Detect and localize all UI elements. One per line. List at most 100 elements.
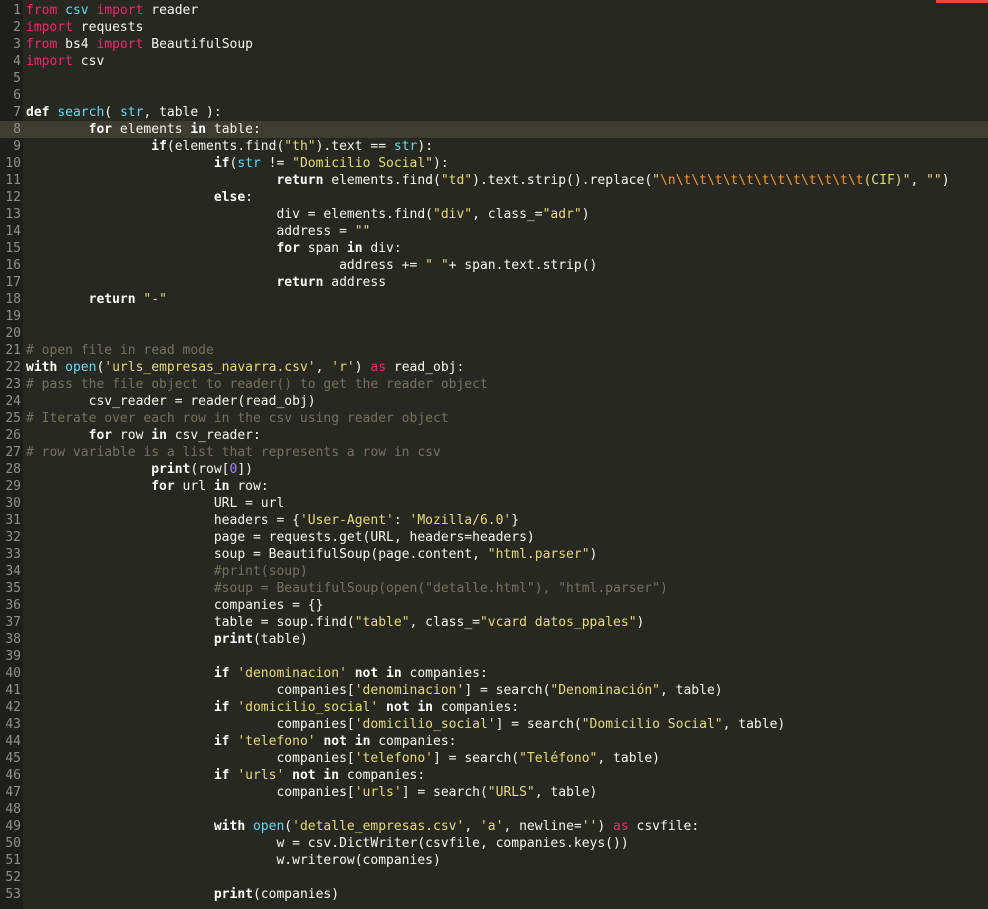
line-text[interactable]: print(row[0]) bbox=[26, 461, 253, 478]
code-line[interactable]: 42 if 'domicilio_social' not in companie… bbox=[0, 699, 988, 716]
line-text[interactable]: if(elements.find("th").text == str): bbox=[26, 138, 433, 155]
code-line[interactable]: 16 address += " "+ span.text.strip() bbox=[0, 257, 988, 274]
line-text[interactable]: print(companies) bbox=[26, 886, 339, 903]
code-line[interactable]: 51 w.writerow(companies) bbox=[0, 852, 988, 869]
code-line[interactable]: 15 for span in div: bbox=[0, 240, 988, 257]
line-text[interactable]: return address bbox=[26, 274, 386, 291]
code-line[interactable]: 1 from csv import reader bbox=[0, 2, 988, 19]
code-line[interactable]: 45 companies['telefono'] = search("Teléf… bbox=[0, 750, 988, 767]
code-line[interactable]: 34 #print(soup) bbox=[0, 563, 988, 580]
line-text[interactable]: address = "" bbox=[26, 223, 370, 240]
code-line[interactable]: 52 bbox=[0, 869, 988, 886]
code-line[interactable]: 26 for row in csv_reader: bbox=[0, 427, 988, 444]
line-text[interactable]: if(str != "Domicilio Social"): bbox=[26, 155, 449, 172]
code-line[interactable]: 50 w = csv.DictWriter(csvfile, companies… bbox=[0, 835, 988, 852]
line-text[interactable]: import requests bbox=[26, 19, 143, 36]
line-text[interactable]: from bs4 import BeautifulSoup bbox=[26, 36, 253, 53]
line-text[interactable]: def search( str, table ): bbox=[26, 104, 222, 121]
code-line[interactable]: 37 table = soup.find("table", class_="vc… bbox=[0, 614, 988, 631]
code-line[interactable]: 47 companies['urls'] = search("URLS", ta… bbox=[0, 784, 988, 801]
line-text[interactable]: # open file in read mode bbox=[26, 342, 214, 359]
code-line[interactable]: 7 def search( str, table ): bbox=[0, 104, 988, 121]
line-text[interactable]: with open('detalle_empresas.csv', 'a', n… bbox=[26, 818, 699, 835]
line-text[interactable]: return elements.find("td").text.strip().… bbox=[26, 172, 949, 189]
line-text[interactable]: import csv bbox=[26, 53, 104, 70]
code-line[interactable]: 43 companies['domicilio_social'] = searc… bbox=[0, 716, 988, 733]
line-text[interactable]: else: bbox=[26, 189, 253, 206]
code-line[interactable]: 48 bbox=[0, 801, 988, 818]
code-line[interactable]: 18 return "-" bbox=[0, 291, 988, 308]
line-text[interactable]: companies = {} bbox=[26, 597, 324, 614]
line-text[interactable]: if 'telefono' not in companies: bbox=[26, 733, 457, 750]
code-line[interactable]: 40 if 'denominacion' not in companies: bbox=[0, 665, 988, 682]
code-line[interactable]: 10 if(str != "Domicilio Social"): bbox=[0, 155, 988, 172]
line-text[interactable]: for row in csv_reader: bbox=[26, 427, 261, 444]
line-text[interactable]: print(table) bbox=[26, 631, 308, 648]
code-line[interactable]: 3 from bs4 import BeautifulSoup bbox=[0, 36, 988, 53]
code-line[interactable]: 31 headers = {'User-Agent': 'Mozilla/6.0… bbox=[0, 512, 988, 529]
code-line[interactable]: 35 #soup = BeautifulSoup(open("detalle.h… bbox=[0, 580, 988, 597]
code-line[interactable]: 12 else: bbox=[0, 189, 988, 206]
code-line[interactable]: 46 if 'urls' not in companies: bbox=[0, 767, 988, 784]
code-line[interactable]: 22 with open('urls_empresas_navarra.csv',… bbox=[0, 359, 988, 376]
code-line[interactable]: 30 URL = url bbox=[0, 495, 988, 512]
code-line[interactable]: 39 bbox=[0, 648, 988, 665]
line-text[interactable]: companies['domicilio_social'] = search("… bbox=[26, 716, 785, 733]
code-line[interactable]: 14 address = "" bbox=[0, 223, 988, 240]
line-text[interactable]: for span in div: bbox=[26, 240, 401, 257]
line-text[interactable]: address += " "+ span.text.strip() bbox=[26, 257, 597, 274]
code-line[interactable]: 20 bbox=[0, 325, 988, 342]
code-line[interactable]: 41 companies['denominacion'] = search("D… bbox=[0, 682, 988, 699]
code-line[interactable]: 27 # row variable is a list that represen… bbox=[0, 444, 988, 461]
line-text[interactable]: # pass the file object to reader() to ge… bbox=[26, 376, 488, 393]
code-line[interactable]: 32 page = requests.get(URL, headers=head… bbox=[0, 529, 988, 546]
code-editor[interactable]: 1 from csv import reader 2 import requests 3… bbox=[0, 0, 988, 909]
code-line[interactable]: 36 companies = {} bbox=[0, 597, 988, 614]
line-text[interactable]: for url in row: bbox=[26, 478, 268, 495]
line-text[interactable]: return "-" bbox=[26, 291, 167, 308]
line-text[interactable]: #print(soup) bbox=[26, 563, 308, 580]
line-text[interactable]: div = elements.find("div", class_="adr") bbox=[26, 206, 589, 223]
code-line[interactable]: 33 soup = BeautifulSoup(page.content, "h… bbox=[0, 546, 988, 563]
code-line[interactable]: 38 print(table) bbox=[0, 631, 988, 648]
code-line[interactable]: 21 # open file in read mode bbox=[0, 342, 988, 359]
line-text[interactable]: soup = BeautifulSoup(page.content, "html… bbox=[26, 546, 598, 563]
code-line[interactable]: 25 # Iterate over each row in the csv usi… bbox=[0, 410, 988, 427]
code-line[interactable]: 11 return elements.find("td").text.strip… bbox=[0, 172, 988, 189]
code-line[interactable]: 29 for url in row: bbox=[0, 478, 988, 495]
line-text[interactable]: # row variable is a list that represents… bbox=[26, 444, 441, 461]
code-line[interactable]: 2 import requests bbox=[0, 19, 988, 36]
line-text[interactable]: csv_reader = reader(read_obj) bbox=[26, 393, 316, 410]
line-text[interactable]: page = requests.get(URL, headers=headers… bbox=[26, 529, 535, 546]
line-text[interactable]: # Iterate over each row in the csv using… bbox=[26, 410, 449, 427]
code-line[interactable]: 9 if(elements.find("th").text == str): bbox=[0, 138, 988, 155]
code-line[interactable]: 23 # pass the file object to reader() to … bbox=[0, 376, 988, 393]
code-area[interactable]: 1 from csv import reader 2 import requests 3… bbox=[0, 2, 988, 903]
line-text[interactable]: #soup = BeautifulSoup(open("detalle.html… bbox=[26, 580, 668, 597]
code-line[interactable]: 24 csv_reader = reader(read_obj) bbox=[0, 393, 988, 410]
line-text[interactable]: w.writerow(companies) bbox=[26, 852, 440, 869]
line-text[interactable]: companies['denominacion'] = search("Deno… bbox=[26, 682, 722, 699]
code-line[interactable]: 49 with open('detalle_empresas.csv', 'a'… bbox=[0, 818, 988, 835]
code-line[interactable]: 5 bbox=[0, 70, 988, 87]
code-line[interactable]: 13 div = elements.find("div", class_="ad… bbox=[0, 206, 988, 223]
code-line[interactable]: 4 import csv bbox=[0, 53, 988, 70]
line-text[interactable]: for elements in table: bbox=[26, 121, 261, 138]
line-text[interactable]: if 'denominacion' not in companies: bbox=[26, 665, 488, 682]
code-line[interactable]: 53 print(companies) bbox=[0, 886, 988, 903]
code-line[interactable]: 44 if 'telefono' not in companies: bbox=[0, 733, 988, 750]
code-line[interactable]: 8 for elements in table: bbox=[0, 121, 988, 138]
line-text[interactable]: headers = {'User-Agent': 'Mozilla/6.0'} bbox=[26, 512, 519, 529]
line-text[interactable]: companies['urls'] = search("URLS", table… bbox=[26, 784, 597, 801]
line-text[interactable]: with open('urls_empresas_navarra.csv', '… bbox=[26, 359, 464, 376]
line-text[interactable]: table = soup.find("table", class_="vcard… bbox=[26, 614, 645, 631]
line-text[interactable]: w = csv.DictWriter(csvfile, companies.ke… bbox=[26, 835, 628, 852]
code-line[interactable]: 19 bbox=[0, 308, 988, 325]
line-text[interactable]: companies['telefono'] = search("Teléfono… bbox=[26, 750, 660, 767]
code-line[interactable]: 17 return address bbox=[0, 274, 988, 291]
line-text[interactable]: from csv import reader bbox=[26, 2, 198, 19]
line-text[interactable]: if 'domicilio_social' not in companies: bbox=[26, 699, 519, 716]
line-text[interactable]: if 'urls' not in companies: bbox=[26, 767, 425, 784]
code-line[interactable]: 28 print(row[0]) bbox=[0, 461, 988, 478]
line-text[interactable]: URL = url bbox=[26, 495, 284, 512]
